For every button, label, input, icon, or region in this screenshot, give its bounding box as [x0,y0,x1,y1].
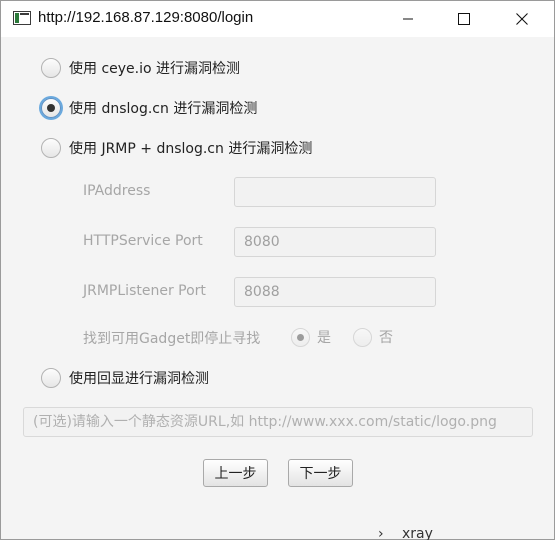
prev-step-button[interactable]: 上一步 [203,459,268,487]
background-text: xray [402,526,433,540]
maximize-button[interactable] [441,1,487,37]
minimize-icon [403,18,413,20]
radio-circle[interactable] [41,138,61,158]
option-jrmp-label: 使用 JRMP + dnslog.cn 进行漏洞检测 [69,141,313,157]
window-title: http://192.168.87.129:8080/login [38,9,254,26]
option-ceye-label: 使用 ceye.io 进行漏洞检测 [69,61,241,77]
radio-circle[interactable] [41,58,61,78]
option-ceye-radio[interactable]: 使用 ceye.io 进行漏洞检测 [41,56,240,80]
stop-on-gadget-yes-radio[interactable]: 是 [291,326,331,348]
close-icon [516,13,528,25]
ip-address-input[interactable] [234,177,436,207]
no-label: 否 [379,330,393,346]
ip-address-label: IPAddress [83,183,151,199]
next-step-button[interactable]: 下一步 [288,459,353,487]
http-service-port-label: HTTPService Port [83,233,203,249]
jrmp-listener-port-input[interactable]: 8088 [234,277,436,307]
option-echo-label: 使用回显进行漏洞检测 [69,371,209,387]
close-button[interactable] [499,1,545,37]
radio-circle[interactable] [41,368,61,388]
http-service-port-input[interactable]: 8080 [234,227,436,257]
radio-circle[interactable] [353,327,372,347]
stop-on-gadget-label: 找到可用Gadget即停止寻找 [83,331,261,347]
radio-circle-selected[interactable] [41,98,61,118]
minimize-button[interactable] [385,1,431,37]
option-jrmp-radio[interactable]: 使用 JRMP + dnslog.cn 进行漏洞检测 [41,136,312,160]
title-bar[interactable]: http://192.168.87.129:8080/login [1,1,554,37]
jrmp-listener-port-label: JRMPListener Port [83,283,206,299]
maximize-icon [458,13,470,25]
option-dnslog-label: 使用 dnslog.cn 进行漏洞检测 [69,101,258,117]
app-icon [13,11,31,25]
radio-circle-selected[interactable] [291,327,310,347]
background-chevron-icon: › [378,526,384,540]
login-dialog-window: http://192.168.87.129:8080/login 使用 ceye… [0,0,555,540]
stop-on-gadget-no-radio[interactable]: 否 [353,326,393,348]
yes-label: 是 [317,330,331,346]
option-echo-radio[interactable]: 使用回显进行漏洞检测 [41,366,209,390]
static-url-input[interactable]: (可选)请输入一个静态资源URL,如 http://www.xxx.com/st… [23,407,533,437]
option-dnslog-radio[interactable]: 使用 dnslog.cn 进行漏洞检测 [41,96,257,120]
